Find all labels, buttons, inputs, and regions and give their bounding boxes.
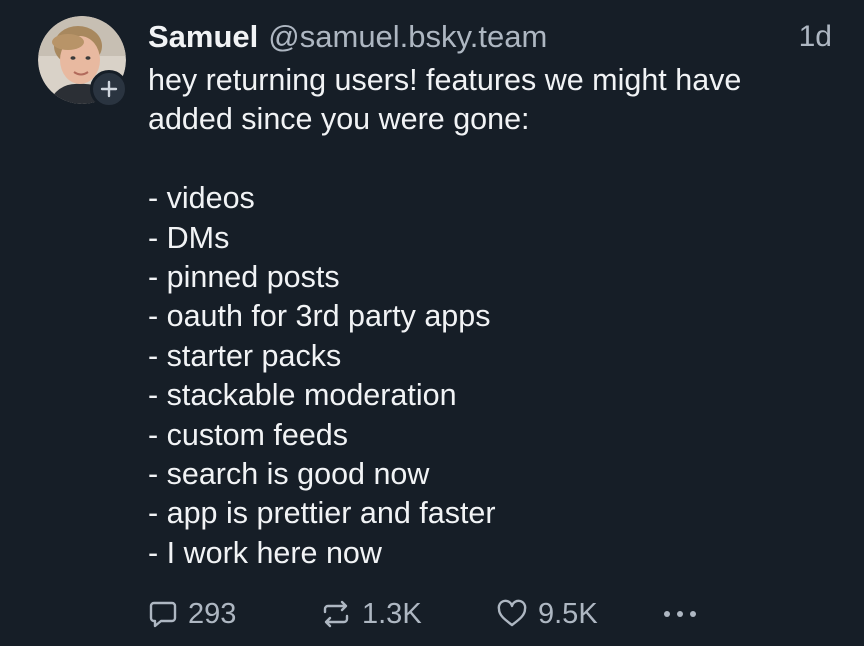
like-button[interactable]: 9.5K	[496, 598, 660, 631]
repost-button[interactable]: 1.3K	[320, 598, 496, 631]
list-item: - stackable moderation	[148, 378, 457, 413]
list-item: - pinned posts	[148, 259, 340, 294]
like-count: 9.5K	[538, 597, 598, 630]
post-timestamp[interactable]: 1d	[799, 16, 832, 58]
feature-list: - videos - DMs - pinned posts - oauth fo…	[148, 179, 838, 573]
follow-button[interactable]	[90, 70, 128, 108]
repost-arrows-icon	[323, 600, 349, 628]
ellipsis-icon	[664, 611, 696, 617]
author-display-name[interactable]: Samuel	[148, 16, 258, 58]
post-text-line: hey returning users! features we might h…	[148, 63, 742, 97]
post-actions: 293 1.3K 9.5K	[148, 592, 838, 636]
list-item: - DMs	[148, 220, 230, 255]
list-item: - search is good now	[148, 456, 430, 491]
post-content: Samuel @samuel.bsky.team 1d hey returnin…	[148, 16, 838, 573]
list-item: - videos	[148, 181, 255, 216]
speech-bubble-icon	[149, 601, 177, 628]
post-text: hey returning users! features we might h…	[148, 61, 838, 573]
author-handle[interactable]: @samuel.bsky.team	[268, 16, 547, 58]
post-card: Samuel @samuel.bsky.team 1d hey returnin…	[0, 0, 864, 646]
more-options-button[interactable]	[660, 608, 700, 620]
reply-button[interactable]: 293	[148, 598, 320, 631]
list-item: - oauth for 3rd party apps	[148, 299, 491, 334]
list-item: - app is prettier and faster	[148, 496, 496, 531]
post-header: Samuel @samuel.bsky.team	[148, 16, 838, 58]
reply-count: 293	[188, 597, 237, 630]
repost-count: 1.3K	[362, 597, 422, 630]
avatar-container[interactable]	[38, 16, 128, 108]
plus-icon	[100, 80, 118, 98]
list-item: - starter packs	[148, 338, 342, 373]
heart-icon	[497, 599, 527, 627]
post-text-line: added since you were gone:	[148, 102, 530, 137]
list-item: - custom feeds	[148, 417, 349, 452]
list-item: - I work here now	[148, 535, 382, 570]
